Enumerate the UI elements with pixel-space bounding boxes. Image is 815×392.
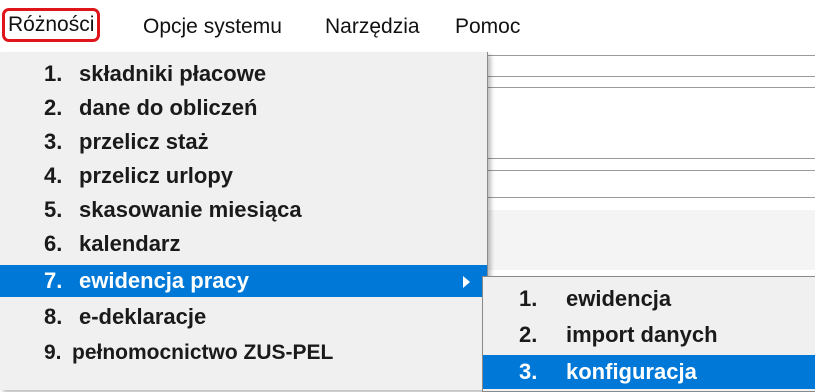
menu-item-number: 5. [44,197,63,222]
menu-item-kalendarz[interactable]: 6. kalendarz [0,228,487,260]
menu-opcje-systemu[interactable]: Opcje systemu [143,14,282,40]
menu-item-e-deklaracje[interactable]: 8. e-deklaracje [0,301,487,333]
menu-item-skladniki-placowe[interactable]: 1. składniki płacowe [0,58,487,90]
background-area [440,210,815,270]
menu-item-label: przelicz staż [79,129,209,154]
menu-item-label: skasowanie miesiąca [79,197,302,222]
menu-narzedzia[interactable]: Narzędzia [325,14,420,40]
menu-item-dane-do-obliczen[interactable]: 2. dane do obliczeń [0,92,487,124]
menu-item-number: 7. [44,268,63,293]
menu-bar: Różności Opcje systemu Narzędzia Pomoc [0,0,815,52]
menu-item-ewidencja-pracy[interactable]: 7. ewidencja pracy [0,265,487,297]
menu-item-label: konfiguracja [566,359,697,384]
menu-item-number: 3. [519,359,538,384]
submenu-item-ewidencja[interactable]: 1. ewidencja [483,282,815,316]
menu-item-number: 4. [44,163,63,188]
menu-rozne[interactable]: Różności [2,8,101,42]
dropdown-rozne: 1. składniki płacowe 2. dane do obliczeń… [0,52,488,390]
menu-item-przelicz-urlopy[interactable]: 4. przelicz urlopy [0,160,487,192]
menu-item-number: 3. [44,129,63,154]
background-panel [487,87,815,159]
background-field-1 [487,55,815,77]
menu-item-skasowanie-miesiaca[interactable]: 5. skasowanie miesiąca [0,194,487,226]
menu-item-number: 2. [44,95,63,120]
menu-pomoc[interactable]: Pomoc [455,14,520,40]
menu-item-label: dane do obliczeń [79,95,258,120]
menu-item-number: 8. [44,304,63,329]
menu-item-przelicz-staz[interactable]: 3. przelicz staż [0,126,487,158]
submenu-ewidencja-pracy: 1. ewidencja 2. import danych 3. konfigu… [482,276,815,392]
submenu-item-import-danych[interactable]: 2. import danych [483,318,815,352]
menu-item-label: kalendarz [79,231,181,256]
menu-item-label: pełnomocnictwo ZUS-PEL [72,341,334,364]
menu-item-label: e-deklaracje [79,304,207,329]
menu-item-label: przelicz urlopy [79,163,234,188]
chevron-right-icon [463,276,470,288]
menu-item-number: 9. [44,341,62,364]
menu-item-label: ewidencja [566,286,672,311]
menu-item-label: składniki płacowe [79,61,267,86]
menu-item-pelnomocnictwo-zus-pel[interactable]: 9. pełnomocnictwo ZUS-PEL [0,337,487,369]
menu-item-number: 2. [519,322,538,347]
background-field-2 [487,170,815,198]
menu-item-label: ewidencja pracy [79,268,249,293]
submenu-item-konfiguracja[interactable]: 3. konfiguracja [483,355,815,389]
menu-item-number: 1. [44,61,63,86]
menu-item-number: 6. [44,231,63,256]
menu-item-number: 1. [519,286,538,311]
menu-item-label: import danych [566,322,718,347]
